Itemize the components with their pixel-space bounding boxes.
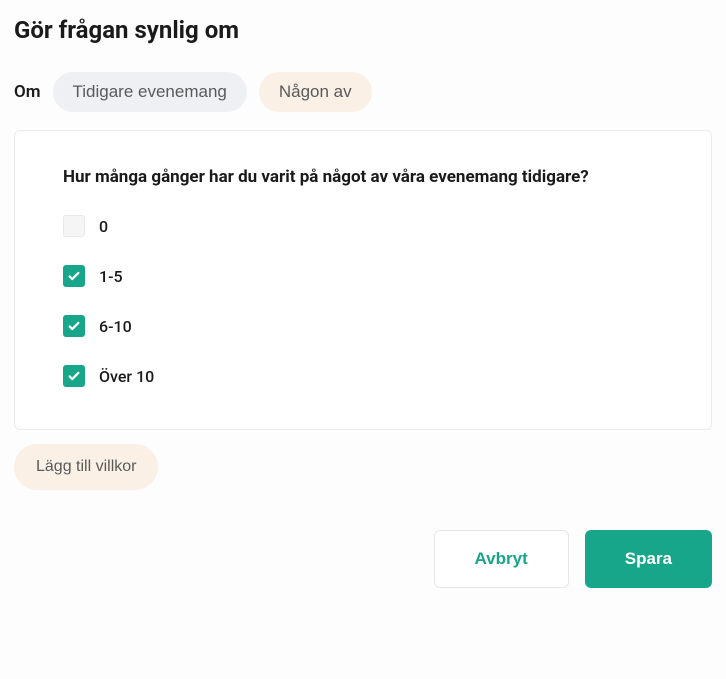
question-text: Hur många gånger har du varit på något a…	[63, 167, 663, 187]
option-checkbox[interactable]	[63, 365, 85, 387]
option-label: 0	[99, 217, 108, 236]
option-row: Över 10	[63, 365, 663, 387]
option-label: 6-10	[99, 317, 132, 336]
option-checkbox[interactable]	[63, 265, 85, 287]
condition-field-selector[interactable]: Tidigare evenemang	[53, 72, 247, 112]
option-label: 1-5	[99, 267, 123, 286]
option-row: 0	[63, 215, 663, 237]
option-label: Över 10	[99, 367, 154, 386]
footer-actions: Avbryt Spara	[14, 530, 712, 588]
option-row: 6-10	[63, 315, 663, 337]
question-card: Hur många gånger har du varit på något a…	[14, 130, 712, 430]
option-checkbox[interactable]	[63, 215, 85, 237]
condition-operator-selector[interactable]: Någon av	[259, 72, 372, 112]
save-button[interactable]: Spara	[585, 530, 712, 588]
condition-prefix: Om	[14, 82, 41, 102]
add-condition-button[interactable]: Lägg till villkor	[14, 444, 158, 490]
cancel-button[interactable]: Avbryt	[434, 530, 569, 588]
condition-row: Om Tidigare evenemang Någon av	[14, 72, 712, 112]
option-row: 1-5	[63, 265, 663, 287]
option-checkbox[interactable]	[63, 315, 85, 337]
page-title: Gör frågan synlig om	[14, 16, 712, 44]
